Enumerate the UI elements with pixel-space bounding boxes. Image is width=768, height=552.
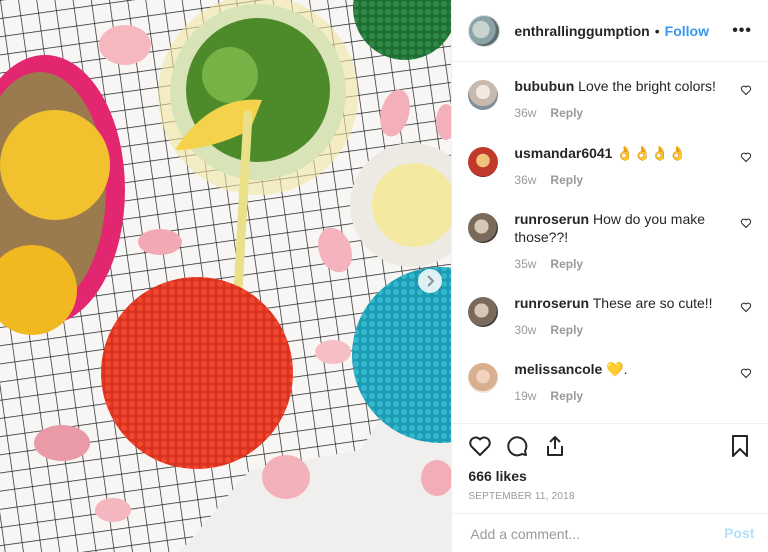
commenter-avatar[interactable] — [468, 147, 499, 177]
comment-list[interactable]: bububun Love the bright colors! 36w Reply… — [452, 63, 768, 423]
chevron-right-icon — [427, 275, 435, 287]
comment-meta: 30w Reply — [514, 323, 583, 337]
like-count[interactable]: 666 likes — [468, 468, 526, 484]
carousel-dots — [210, 544, 234, 552]
comment-username[interactable]: bububun — [514, 78, 574, 94]
comment-text: 💛. — [606, 361, 628, 377]
comment-body: runroserun These are so cute!! — [514, 294, 724, 312]
post-date: SEPTEMBER 11, 2018 — [468, 491, 575, 502]
comment-text: Love the bright colors! — [578, 78, 716, 94]
post-modal: enthrallinggumption • Follow ••• bububun… — [0, 0, 768, 552]
post-comment-button[interactable]: Post — [724, 525, 754, 541]
comment-body: melissancole 💛. — [514, 360, 724, 378]
more-options-button[interactable]: ••• — [732, 22, 752, 40]
bookmark-icon[interactable] — [728, 434, 752, 458]
share-icon[interactable] — [543, 434, 567, 458]
comment-text: 👌👌👌👌 — [616, 145, 687, 161]
author-avatar[interactable] — [468, 14, 501, 47]
comment-username[interactable]: usmandar6041 — [514, 145, 612, 161]
heart-icon[interactable] — [740, 84, 752, 96]
heart-icon[interactable] — [740, 217, 752, 229]
comment-age: 36w — [514, 173, 537, 187]
comment-input[interactable] — [468, 522, 713, 546]
post-sidebar: enthrallinggumption • Follow ••• bububun… — [451, 0, 768, 552]
reply-button[interactable]: Reply — [550, 257, 583, 271]
commenter-avatar[interactable] — [468, 363, 499, 393]
comment-username[interactable]: melissancole — [514, 361, 602, 377]
heart-icon[interactable] — [740, 301, 752, 313]
add-comment-bar: Post — [452, 513, 768, 552]
comment-body: usmandar6041 👌👌👌👌 — [514, 144, 724, 162]
heart-icon[interactable] — [468, 434, 492, 458]
comment-icon[interactable] — [505, 434, 529, 458]
photo-image — [0, 0, 452, 552]
header-separator: • — [654, 22, 660, 39]
comment-body: bububun Love the bright colors! — [514, 77, 724, 95]
commenter-avatar[interactable] — [468, 297, 499, 327]
post-header: enthrallinggumption • Follow ••• — [452, 0, 768, 62]
comment-age: 35w — [514, 257, 537, 271]
comment-meta: 35w Reply — [514, 257, 583, 271]
follow-button[interactable]: Follow — [665, 23, 709, 39]
comment-meta: 19w Reply — [514, 389, 583, 403]
commenter-avatar[interactable] — [468, 213, 499, 243]
heart-icon[interactable] — [740, 367, 752, 379]
heart-icon[interactable] — [740, 151, 752, 163]
comment-username[interactable]: runroserun — [514, 295, 589, 311]
commenter-avatar[interactable] — [468, 80, 499, 110]
reply-button[interactable]: Reply — [550, 106, 583, 120]
carousel-next-button[interactable] — [418, 269, 442, 293]
author-username[interactable]: enthrallinggumption — [514, 23, 649, 39]
comment-body: runroserun How do you make those??! — [514, 210, 724, 246]
action-bar — [468, 434, 752, 460]
comment-age: 36w — [514, 106, 537, 120]
comment-age: 19w — [514, 389, 537, 403]
post-actions: 666 likes SEPTEMBER 11, 2018 — [452, 423, 768, 513]
comment-meta: 36w Reply — [514, 106, 583, 120]
post-photo[interactable] — [0, 0, 452, 552]
comment-text: These are so cute!! — [592, 295, 713, 311]
reply-button[interactable]: Reply — [550, 323, 583, 337]
comment-age: 30w — [514, 323, 537, 337]
comment-username[interactable]: runroserun — [514, 211, 589, 227]
reply-button[interactable]: Reply — [550, 173, 583, 187]
reply-button[interactable]: Reply — [550, 389, 583, 403]
comment-meta: 36w Reply — [514, 173, 583, 187]
